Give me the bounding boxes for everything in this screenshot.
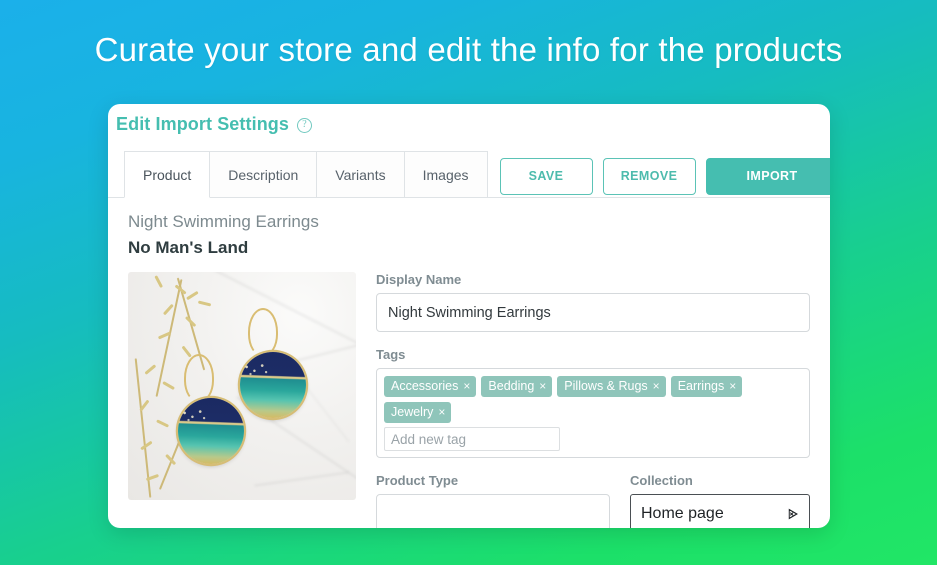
save-button[interactable]: SAVE: [499, 158, 593, 195]
hero-banner: Curate your store and edit the info for …: [0, 0, 937, 100]
display-name-input[interactable]: [376, 293, 810, 332]
card-header: Edit Import Settings ?: [108, 104, 830, 135]
product-vendor: No Man's Land: [128, 238, 249, 257]
tab-images[interactable]: Images: [404, 151, 488, 198]
edit-import-settings-card: Edit Import Settings ? Product Descripti…: [108, 104, 830, 528]
product-image[interactable]: [128, 272, 356, 500]
card-action-buttons: SAVE REMOVE IMPORT: [499, 158, 830, 195]
collection-field-group: Collection Home page ⨻: [630, 473, 810, 528]
tag-remove-icon[interactable]: ×: [539, 379, 546, 393]
tab-bar: Product Description Variants Images SAVE…: [108, 150, 830, 198]
page-headline: Curate your store and edit the info for …: [94, 31, 843, 68]
type-collection-row: Product Type Collection Home page ⨻: [376, 473, 810, 528]
foliage-leaf: [162, 380, 175, 391]
product-type-field-group: Product Type: [376, 473, 610, 528]
question-circle-icon[interactable]: ?: [297, 118, 312, 133]
tag-remove-icon[interactable]: ×: [729, 379, 736, 393]
remove-button[interactable]: REMOVE: [602, 158, 696, 195]
product-type-input[interactable]: [376, 494, 610, 528]
tag-chip[interactable]: Jewelry ×: [384, 402, 452, 423]
earring-hook: [248, 308, 278, 356]
tag-list: Accessories × Bedding × Pillows & Rugs ×: [384, 376, 802, 423]
tab-variants[interactable]: Variants: [317, 151, 405, 198]
foliage-leaf: [186, 290, 199, 301]
import-button[interactable]: IMPORT: [705, 158, 830, 195]
tags-field-group: Tags Accessories × Bedding × Pillows & R…: [376, 347, 810, 458]
earring-disc: [240, 352, 306, 418]
tag-label: Accessories: [391, 379, 459, 393]
tag-label: Bedding: [488, 379, 535, 393]
product-form: Display Name Tags Accessories × Bedding: [376, 272, 810, 528]
tab-product[interactable]: Product: [124, 151, 211, 198]
collection-label: Collection: [630, 473, 693, 488]
tags-container: Accessories × Bedding × Pillows & Rugs ×: [376, 368, 810, 458]
tab-description[interactable]: Description: [210, 151, 318, 198]
earring-hook: [184, 354, 214, 402]
display-name-field-group: Display Name: [376, 272, 810, 332]
collection-select[interactable]: Home page: [630, 494, 810, 528]
tag-chip[interactable]: Accessories ×: [384, 376, 477, 397]
card-title: Edit Import Settings: [116, 114, 289, 134]
marble-vein: [206, 272, 356, 345]
tag-chip[interactable]: Pillows & Rugs ×: [557, 376, 666, 397]
tag-label: Earrings: [677, 379, 725, 393]
earring-disc: [178, 398, 244, 464]
foliage-leaf: [197, 300, 212, 307]
tag-remove-icon[interactable]: ×: [438, 405, 445, 419]
tag-label: Jewelry: [391, 405, 434, 419]
product-title: Night Swimming Earrings: [128, 212, 319, 231]
card-body: Night Swimming Earrings No Man's Land Di…: [108, 198, 830, 528]
collection-select-wrap: Home page ⨻: [630, 494, 810, 528]
tag-label: Pillows & Rugs: [564, 379, 648, 393]
product-detail-columns: Display Name Tags Accessories × Bedding: [128, 272, 810, 528]
foliage-leaf: [155, 419, 170, 429]
tags-label: Tags: [376, 347, 406, 362]
add-new-tag-input[interactable]: [384, 427, 560, 451]
foliage-leaf: [140, 440, 153, 451]
tag-chip[interactable]: Earrings ×: [670, 376, 743, 397]
product-type-label: Product Type: [376, 473, 459, 488]
tag-chip[interactable]: Bedding ×: [481, 376, 553, 397]
display-name-label: Display Name: [376, 272, 462, 287]
marble-vein: [254, 471, 349, 487]
tag-remove-icon[interactable]: ×: [463, 379, 470, 393]
foliage-leaf: [181, 345, 192, 358]
foliage-leaf: [153, 275, 164, 289]
tag-remove-icon[interactable]: ×: [653, 379, 660, 393]
foliage-leaf: [144, 364, 157, 376]
